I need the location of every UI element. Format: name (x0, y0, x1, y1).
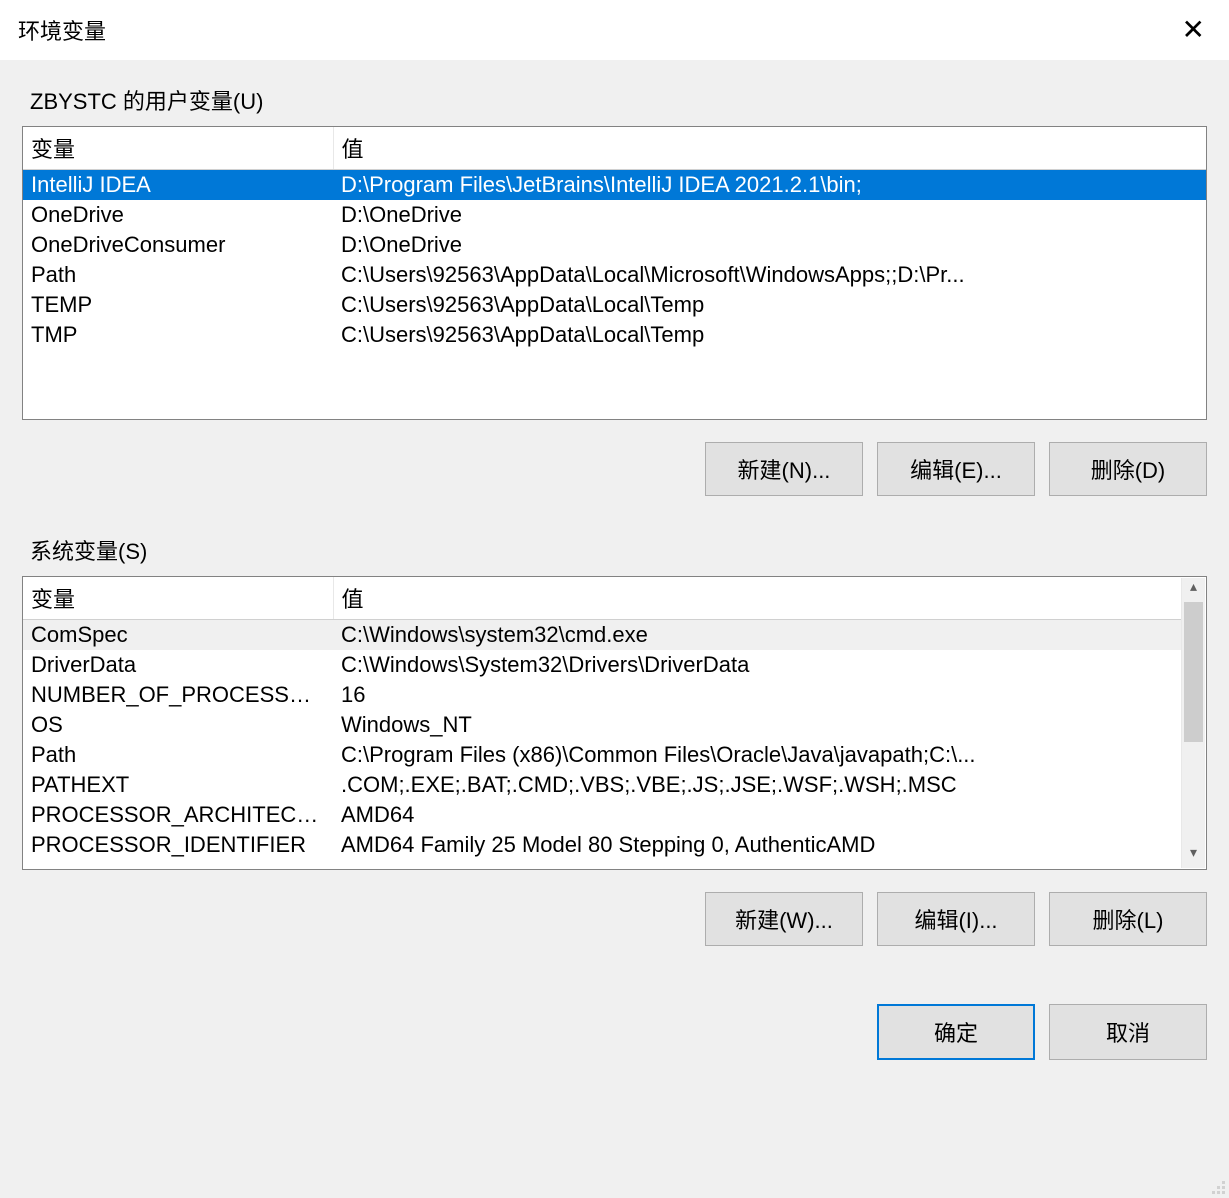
cell-value: C:\Program Files (x86)\Common Files\Orac… (333, 740, 1182, 770)
table-row[interactable]: OneDriveD:\OneDrive (23, 200, 1206, 230)
cell-value: D:\OneDrive (333, 230, 1206, 260)
scroll-up-icon[interactable]: ▴ (1182, 578, 1205, 602)
cell-variable: OneDrive (23, 200, 333, 230)
cell-variable: OneDriveConsumer (23, 230, 333, 260)
cell-variable: PATHEXT (23, 770, 333, 800)
system-vars-table[interactable]: 变量 值 ComSpecC:\Windows\system32\cmd.exeD… (23, 577, 1182, 860)
system-vars-table-container: 变量 值 ComSpecC:\Windows\system32\cmd.exeD… (22, 576, 1207, 870)
cell-value: D:\Program Files\JetBrains\IntelliJ IDEA… (333, 170, 1206, 201)
cell-value: .COM;.EXE;.BAT;.CMD;.VBS;.VBE;.JS;.JSE;.… (333, 770, 1182, 800)
cell-variable: IntelliJ IDEA (23, 170, 333, 201)
table-row[interactable]: TMPC:\Users\92563\AppData\Local\Temp (23, 320, 1206, 350)
system-col-value[interactable]: 值 (333, 577, 1182, 620)
cell-value: C:\Users\92563\AppData\Local\Temp (333, 320, 1206, 350)
table-row[interactable]: OSWindows_NT (23, 710, 1182, 740)
cell-value: AMD64 Family 25 Model 80 Stepping 0, Aut… (333, 830, 1182, 860)
cell-variable: Path (23, 260, 333, 290)
cell-variable: ComSpec (23, 620, 333, 651)
system-col-variable[interactable]: 变量 (23, 577, 333, 620)
cell-value: D:\OneDrive (333, 200, 1206, 230)
system-new-button[interactable]: 新建(W)... (705, 892, 863, 946)
user-edit-button[interactable]: 编辑(E)... (877, 442, 1035, 496)
cell-variable: Path (23, 740, 333, 770)
table-row[interactable]: PathC:\Program Files (x86)\Common Files\… (23, 740, 1182, 770)
user-col-value[interactable]: 值 (333, 127, 1206, 170)
cell-variable: PROCESSOR_IDENTIFIER (23, 830, 333, 860)
cell-variable: PROCESSOR_ARCHITECTU... (23, 800, 333, 830)
user-col-variable[interactable]: 变量 (23, 127, 333, 170)
table-row[interactable]: PathC:\Users\92563\AppData\Local\Microso… (23, 260, 1206, 290)
cell-value: C:\Windows\System32\Drivers\DriverData (333, 650, 1182, 680)
cell-variable: DriverData (23, 650, 333, 680)
table-row[interactable]: PROCESSOR_ARCHITECTU...AMD64 (23, 800, 1182, 830)
table-row[interactable]: PATHEXT.COM;.EXE;.BAT;.CMD;.VBS;.VBE;.JS… (23, 770, 1182, 800)
dialog-title: 环境变量 (18, 14, 106, 46)
ok-button[interactable]: 确定 (877, 1004, 1035, 1060)
titlebar: 环境变量 ✕ (0, 0, 1229, 60)
table-row[interactable]: TEMPC:\Users\92563\AppData\Local\Temp (23, 290, 1206, 320)
cell-value: 16 (333, 680, 1182, 710)
user-vars-table-container: 变量 值 IntelliJ IDEAD:\Program Files\JetBr… (22, 126, 1207, 420)
cell-value: Windows_NT (333, 710, 1182, 740)
user-delete-button[interactable]: 删除(D) (1049, 442, 1207, 496)
user-vars-table[interactable]: 变量 值 IntelliJ IDEAD:\Program Files\JetBr… (23, 127, 1206, 350)
cell-value: C:\Windows\system32\cmd.exe (333, 620, 1182, 651)
cell-value: C:\Users\92563\AppData\Local\Microsoft\W… (333, 260, 1206, 290)
resize-grip-icon[interactable] (1207, 1176, 1225, 1194)
close-icon[interactable]: ✕ (1176, 16, 1211, 44)
system-delete-button[interactable]: 删除(L) (1049, 892, 1207, 946)
cell-value: AMD64 (333, 800, 1182, 830)
table-row[interactable]: DriverDataC:\Windows\System32\Drivers\Dr… (23, 650, 1182, 680)
dialog-buttons-row: 确定 取消 (22, 1004, 1207, 1060)
cell-variable: OS (23, 710, 333, 740)
table-row[interactable]: NUMBER_OF_PROCESSORS16 (23, 680, 1182, 710)
table-row[interactable]: IntelliJ IDEAD:\Program Files\JetBrains\… (23, 170, 1206, 201)
table-row[interactable]: ComSpecC:\Windows\system32\cmd.exe (23, 620, 1182, 651)
table-row[interactable]: OneDriveConsumerD:\OneDrive (23, 230, 1206, 260)
user-buttons-row: 新建(N)... 编辑(E)... 删除(D) (22, 442, 1207, 496)
cell-variable: NUMBER_OF_PROCESSORS (23, 680, 333, 710)
cancel-button[interactable]: 取消 (1049, 1004, 1207, 1060)
cell-value: C:\Users\92563\AppData\Local\Temp (333, 290, 1206, 320)
system-edit-button[interactable]: 编辑(I)... (877, 892, 1035, 946)
cell-variable: TEMP (23, 290, 333, 320)
scroll-thumb[interactable] (1184, 602, 1203, 742)
system-vars-label: 系统变量(S) (22, 534, 1207, 566)
cell-variable: TMP (23, 320, 333, 350)
system-scrollbar[interactable]: ▴ ▾ (1181, 578, 1205, 868)
user-new-button[interactable]: 新建(N)... (705, 442, 863, 496)
dialog-content: ZBYSTC 的用户变量(U) 变量 值 IntelliJ IDEAD:\Pro… (0, 60, 1229, 1198)
user-vars-label: ZBYSTC 的用户变量(U) (22, 84, 1207, 116)
scroll-down-icon[interactable]: ▾ (1182, 844, 1205, 868)
system-buttons-row: 新建(W)... 编辑(I)... 删除(L) (22, 892, 1207, 946)
table-row[interactable]: PROCESSOR_IDENTIFIERAMD64 Family 25 Mode… (23, 830, 1182, 860)
